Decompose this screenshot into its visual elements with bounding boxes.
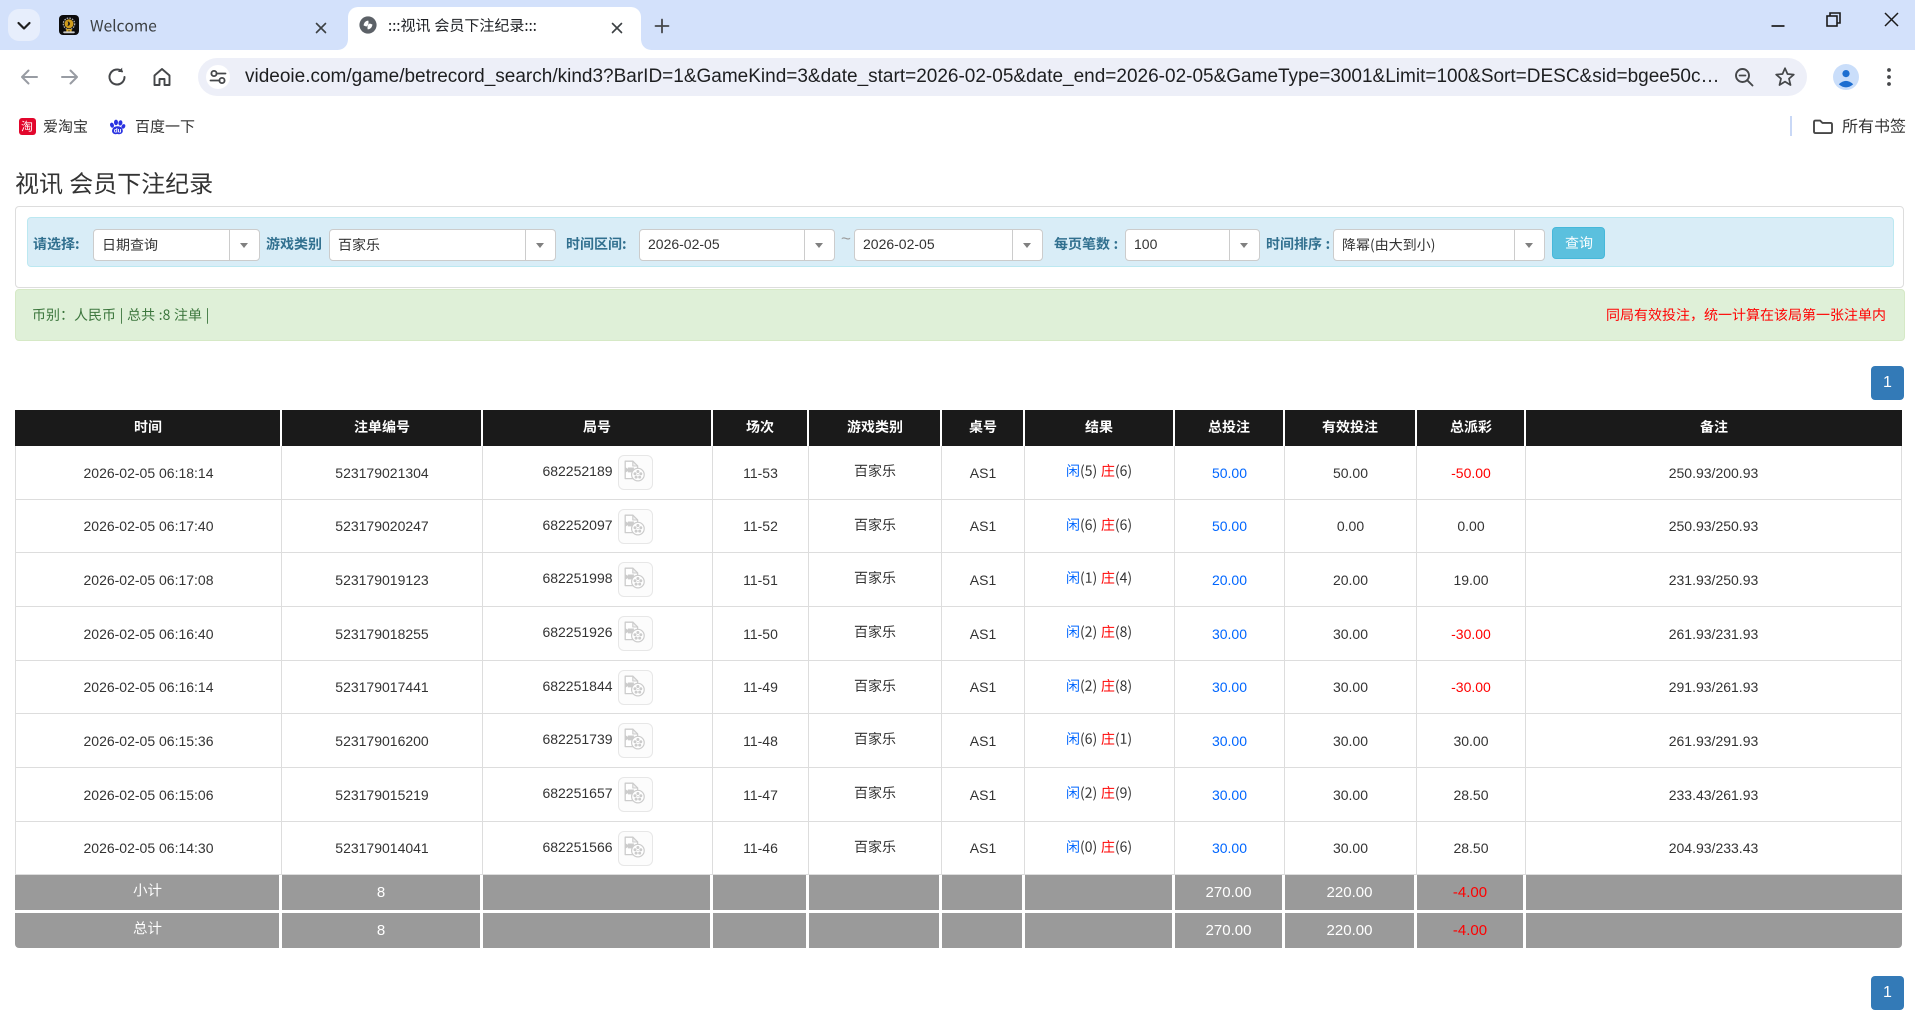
svg-text:du: du xyxy=(114,128,122,135)
